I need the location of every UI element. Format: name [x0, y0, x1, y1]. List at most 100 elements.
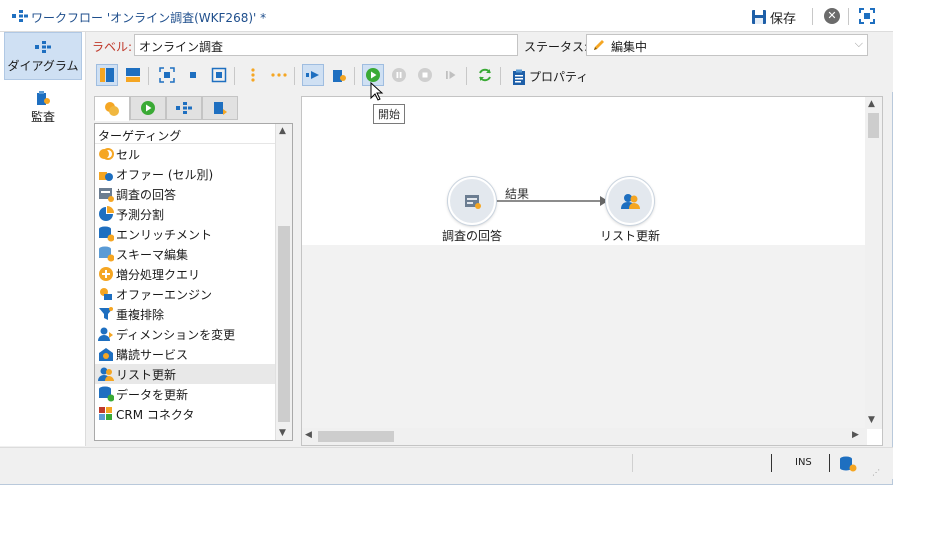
status-bar: INS ⋰ — [0, 447, 893, 479]
align-horizontal-button[interactable] — [268, 64, 290, 86]
audit-toggle-button[interactable] — [328, 64, 350, 86]
activity-item-predictive-split[interactable]: 予測分割 — [95, 204, 292, 224]
predictive-split-icon — [99, 206, 114, 221]
audit-icon — [37, 91, 50, 105]
scroll-up-icon[interactable]: ▲ — [868, 99, 875, 109]
nav-audit-label: 監査 — [30, 110, 55, 124]
activity-item-survey-answers[interactable]: 調査の回答 — [95, 184, 292, 204]
activity-item-offer-by-cell[interactable]: オファー (セル別) — [95, 164, 292, 184]
scroll-thumb[interactable] — [318, 431, 394, 442]
workflow-icon — [12, 10, 28, 22]
activity-item-offer-engine[interactable]: オファーエンジン — [95, 284, 292, 304]
layout-rows-icon — [126, 68, 140, 82]
enrichment-icon — [99, 226, 114, 242]
zoom-fit-button[interactable] — [156, 64, 178, 86]
layout-vertical-button[interactable] — [96, 64, 118, 86]
arrow-right-icon — [306, 71, 319, 79]
status-value: 編集中 — [611, 40, 648, 54]
resize-grip-icon[interactable]: ⋰ — [872, 468, 880, 477]
clipboard-clock-icon — [333, 70, 346, 82]
maximize-icon[interactable] — [859, 8, 875, 24]
properties-button[interactable]: プロパティ — [512, 68, 588, 85]
node-survey-answers-label: 調査の回答 — [441, 229, 502, 243]
crm-connector-icon — [99, 407, 112, 420]
activity-item-crm-connector[interactable]: CRM コネクタ — [95, 404, 292, 424]
stop-button[interactable] — [414, 64, 436, 86]
activity-rows: セル オファー (セル別) 調査の回答予測分割エンリッチメントスキーマ編集 増分処理ク… — [95, 144, 292, 424]
zoom-page-button[interactable] — [208, 64, 230, 86]
window-title: ワークフロー 'オンライン調査(WKF268)' * — [31, 11, 267, 25]
layout-horizontal-button[interactable] — [122, 64, 144, 86]
zoom-actual-button[interactable] — [182, 64, 204, 86]
mouse-cursor-icon — [370, 82, 384, 101]
scroll-down-icon[interactable]: ▼ — [868, 415, 875, 425]
activity-item-list-update[interactable]: リスト更新 — [95, 364, 292, 384]
auto-link-button[interactable] — [302, 64, 324, 86]
start-tooltip: 開始 — [373, 104, 405, 124]
label-input[interactable]: オンライン調査 — [134, 34, 518, 56]
activity-item-change-dimension[interactable]: ディメンションを変更 — [95, 324, 292, 344]
pause-icon — [392, 68, 406, 82]
activity-item-incremental-query[interactable]: 増分処理クエリ — [95, 264, 292, 284]
nav-audit[interactable]: 監査 — [4, 84, 82, 132]
title-separator — [812, 8, 813, 25]
activity-item-cell[interactable]: セル — [95, 144, 292, 164]
save-button[interactable]: 保存 — [751, 7, 796, 27]
save-label: 保存 — [770, 11, 797, 27]
canvas-background — [302, 245, 865, 429]
activity-item-label: リスト更新 — [116, 368, 177, 382]
node-list-update[interactable] — [606, 177, 654, 225]
activity-item-enrichment[interactable]: エンリッチメント — [95, 224, 292, 244]
activity-item-label: 予測分割 — [116, 208, 165, 222]
diagram-canvas[interactable]: 結果 調査の回答 リスト更新 ▲ ▼ ◀ ▶ — [301, 96, 883, 446]
scroll-right-icon[interactable]: ▶ — [852, 430, 859, 440]
nav-diagram[interactable]: ダイアグラム — [4, 32, 82, 80]
scroll-thumb[interactable] — [278, 226, 290, 422]
status-select[interactable]: 編集中 ⌵ — [586, 34, 868, 56]
properties-row: ラベル: オンライン調査 ステータス: 編集中 ⌵ — [86, 32, 893, 60]
workflow-window: ワークフロー 'オンライン調査(WKF268)' * 保存 ✕ ダイアグラム 監… — [0, 0, 893, 485]
activity-item-schema-edit[interactable]: スキーマ編集 — [95, 244, 292, 264]
status-separator — [771, 454, 772, 472]
pause-button[interactable] — [388, 64, 410, 86]
properties-label: プロパティ — [529, 70, 589, 84]
tab-flow-control[interactable] — [130, 96, 166, 120]
scroll-down-icon[interactable]: ▼ — [279, 428, 286, 438]
step-button[interactable] — [440, 64, 462, 86]
activity-item-update-data[interactable]: データを更新 — [95, 384, 292, 404]
scroll-up-icon[interactable]: ▲ — [279, 126, 286, 136]
palette-scrollbar[interactable]: ▲ ▼ — [275, 124, 292, 440]
refresh-button[interactable] — [474, 64, 496, 86]
activity-item-deduplication[interactable]: 重複排除 — [95, 304, 292, 324]
insert-mode-indicator: INS — [795, 457, 812, 468]
tab-targeting[interactable] — [94, 96, 130, 121]
zoom-fit-icon — [159, 67, 175, 83]
cell-icon — [99, 148, 114, 160]
activity-item-subscription-services[interactable]: 購読サービス — [95, 344, 292, 364]
toolbar: プロパティ — [86, 60, 893, 92]
toolbar-separator — [354, 67, 355, 85]
label-caption: ラベル: — [92, 40, 133, 54]
title-separator — [848, 8, 849, 25]
node-survey-answers[interactable] — [448, 177, 496, 225]
status-separator — [829, 454, 830, 472]
survey-answers-icon — [465, 195, 481, 209]
diagram-icon — [35, 41, 51, 53]
canvas-vertical-scrollbar[interactable]: ▲ ▼ — [865, 97, 882, 429]
schema-edit-icon — [99, 246, 114, 262]
scroll-left-icon[interactable]: ◀ — [305, 430, 312, 440]
canvas-horizontal-scrollbar[interactable]: ◀ ▶ — [302, 428, 867, 445]
stop-icon — [418, 68, 432, 82]
pencil-icon — [594, 40, 604, 50]
activity-item-label: エンリッチメント — [116, 228, 213, 242]
frame-icon — [211, 67, 227, 83]
activity-item-label: 重複排除 — [116, 308, 165, 322]
clipboard-icon — [513, 69, 525, 85]
tab-events[interactable] — [202, 96, 238, 120]
close-icon[interactable]: ✕ — [824, 8, 840, 24]
side-navigation: ダイアグラム 監査 — [0, 32, 86, 446]
tab-actions[interactable] — [166, 96, 202, 120]
align-vertical-button[interactable] — [242, 64, 264, 86]
scroll-thumb[interactable] — [868, 113, 879, 138]
survey-answers-icon — [99, 188, 114, 202]
